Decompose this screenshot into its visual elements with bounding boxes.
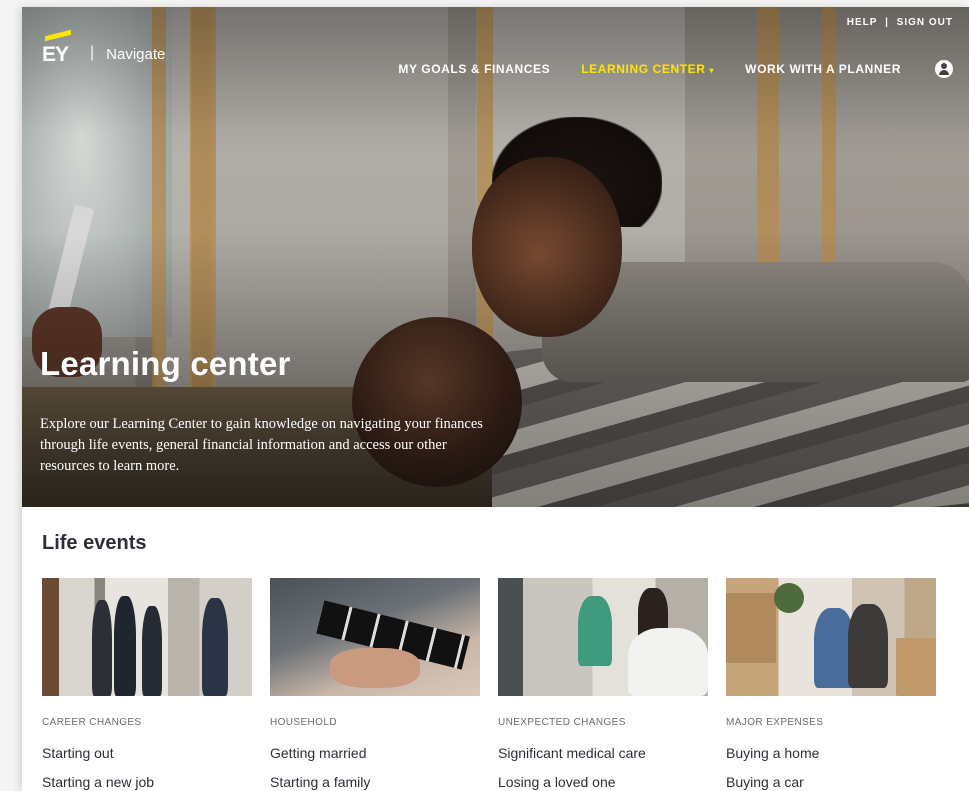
card-household: HOUSEHOLD Getting married Starting a fam…	[270, 578, 480, 790]
life-events-cards: CAREER CHANGES Starting out Starting a n…	[42, 578, 954, 790]
card-category: HOUSEHOLD	[270, 717, 337, 728]
link-losing-loved-one[interactable]: Losing a loved one	[498, 774, 708, 790]
help-link[interactable]: HELP	[847, 17, 878, 28]
link-buying-car[interactable]: Buying a car	[726, 774, 936, 790]
link-starting-new-job[interactable]: Starting a new job	[42, 774, 252, 790]
page: EY | Navigate HELP | SIGN OUT MY GOALS &…	[22, 7, 969, 791]
unexpected-changes-image	[498, 578, 708, 696]
link-getting-married[interactable]: Getting married	[270, 745, 480, 761]
nav-learning-center[interactable]: LEARNING CENTER ▾	[581, 62, 714, 76]
career-changes-image	[42, 578, 252, 696]
link-significant-medical-care[interactable]: Significant medical care	[498, 745, 708, 761]
card-category: MAJOR EXPENSES	[726, 717, 824, 728]
main-nav: MY GOALS & FINANCES LEARNING CENTER ▾ WOR…	[367, 60, 953, 78]
card-unexpected-changes: UNEXPECTED CHANGES Significant medical c…	[498, 578, 708, 790]
product-name: Navigate	[106, 45, 166, 63]
link-buying-home[interactable]: Buying a home	[726, 745, 936, 761]
card-major-expenses: MAJOR EXPENSES Buying a home Buying a ca…	[726, 578, 936, 790]
card-career-changes: CAREER CHANGES Starting out Starting a n…	[42, 578, 252, 790]
ey-navigate-logo[interactable]: EY | Navigate	[42, 29, 166, 66]
page-title: Learning center	[40, 345, 291, 382]
utility-separator: |	[885, 17, 889, 28]
card-category: CAREER CHANGES	[42, 717, 142, 728]
life-events-heading: Life events	[42, 532, 147, 554]
sign-out-link[interactable]: SIGN OUT	[897, 17, 953, 28]
nav-work-with-planner[interactable]: WORK WITH A PLANNER	[745, 62, 901, 76]
user-circle-icon[interactable]	[935, 60, 953, 78]
household-image	[270, 578, 480, 696]
hero-description: Explore our Learning Center to gain know…	[40, 416, 483, 474]
hero-banner: EY | Navigate HELP | SIGN OUT MY GOALS &…	[22, 7, 969, 507]
nav-my-goals-finances[interactable]: MY GOALS & FINANCES	[398, 62, 550, 76]
caret-down-icon: ▾	[709, 66, 715, 75]
link-starting-out[interactable]: Starting out	[42, 745, 252, 761]
ey-logo-icon: EY	[42, 29, 76, 66]
major-expenses-image	[726, 578, 936, 696]
link-starting-family[interactable]: Starting a family	[270, 774, 480, 790]
utility-nav: HELP | SIGN OUT	[843, 17, 953, 28]
card-category: UNEXPECTED CHANGES	[498, 717, 626, 728]
